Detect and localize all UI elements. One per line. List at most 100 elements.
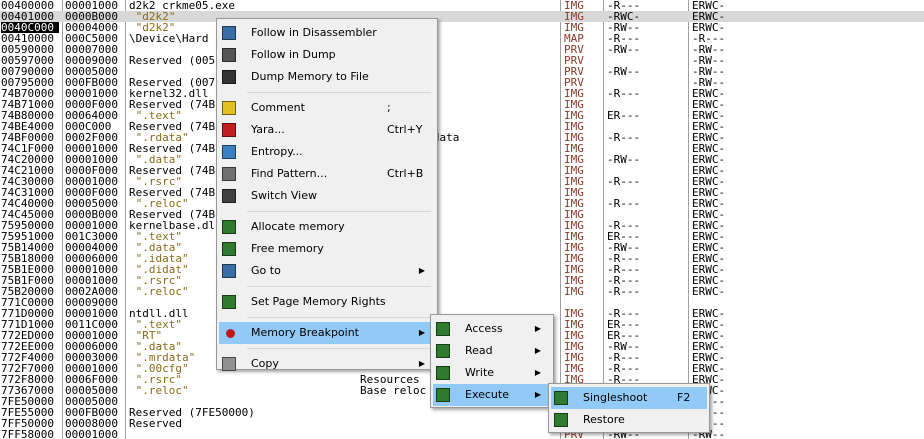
address-cell: 00590000: [1, 44, 54, 55]
type-cell: IMG: [564, 132, 584, 143]
type-cell: IMG: [564, 319, 584, 330]
size-cell: 00008000: [65, 418, 118, 429]
menu-item-label: Comment: [251, 101, 305, 114]
menu-item-find-pattern[interactable]: Find Pattern... Ctrl+B: [219, 163, 435, 185]
menu-item-follow-in-disassembler[interactable]: Follow in Disassembler: [219, 22, 435, 44]
table-row[interactable]: 75B200000002A000 ".reloc"tionsIMG-R---ER…: [0, 286, 924, 297]
table-row[interactable]: 74B8000000064000 ".text"codeIMGER---ERWC…: [0, 110, 924, 121]
menu-item-label: Go to: [251, 264, 281, 277]
menu-item-copy[interactable]: Copy ▶: [219, 353, 435, 375]
size-cell: 00001000: [65, 363, 118, 374]
size-cell: 000C5000: [65, 33, 118, 44]
table-row[interactable]: 75951000001C3000 ".text"codeIMGER---ERWC…: [0, 231, 924, 242]
initial-protection-cell: -R---: [692, 33, 726, 44]
table-row[interactable]: 00795000 000FB000 Reserved (007 PRV -RW--: [0, 77, 924, 88]
menu-item-read[interactable]: Read ▶: [433, 340, 551, 362]
table-row[interactable]: 7FF58000 00001000 PRV -RW-- -RW--: [0, 429, 924, 439]
menu-item-label: Entropy...: [251, 145, 303, 158]
initial-protection-cell: ERWC-: [692, 176, 726, 187]
menu-item-label: Restore: [583, 413, 625, 426]
menu-item-comment[interactable]: Comment;: [219, 97, 435, 119]
menu-item-memory-breakpoint[interactable]: Memory Breakpoint ▶: [219, 322, 435, 344]
table-row[interactable]: 74B70000 00001000 kernel32.dll IMG -R--- ERWC…: [0, 88, 924, 99]
goto-icon: [222, 264, 236, 278]
table-row[interactable]: 00400000 00001000 d2k2_crkme05.exe IMG -R---…: [0, 0, 924, 11]
menu-item-free-memory[interactable]: Free memory: [219, 238, 435, 260]
type-cell: IMG: [564, 187, 584, 198]
table-row[interactable]: 74C30000 00001000 ".rsrc" IMG -R--- ERWC-: [0, 176, 924, 187]
menu-separator: [247, 317, 431, 318]
table-row[interactable]: 00590000 00007000 PRV -RW-- -RW--: [0, 44, 924, 55]
size-cell: 00001000: [65, 264, 118, 275]
execute-submenu: Singleshoot F2 Restore: [548, 383, 710, 433]
menu-item-write[interactable]: Write ▶: [433, 362, 551, 384]
type-cell: IMG: [564, 110, 584, 121]
initial-protection-cell: ERWC-: [692, 209, 726, 220]
menu-item-execute[interactable]: Execute ▶: [433, 384, 551, 406]
table-row[interactable]: 771C0000 00009000: [0, 297, 924, 308]
menu-item-entropy[interactable]: Entropy...: [219, 141, 435, 163]
table-row[interactable]: 74C21000 0000F000 Reserved (74B IMG ERWC-: [0, 165, 924, 176]
table-row[interactable]: 7FF5000000008000ReservedPRV-R---: [0, 418, 924, 429]
type-cell: IMG: [564, 121, 584, 132]
initial-protection-cell: ERWC-: [692, 132, 726, 143]
table-row[interactable]: 74C1F000 00001000 Reserved (74B IMG ERWC-: [0, 143, 924, 154]
table-row[interactable]: 75B1800000006000 ".idata"esIMG-R---ERWC-: [0, 253, 924, 264]
table-row[interactable]: 75B1F000 00001000 ".rsrc" IMG -R--- ERWC-: [0, 275, 924, 286]
type-cell: IMG: [564, 231, 584, 242]
type-cell: PRV: [564, 55, 584, 66]
protection-cell: [607, 209, 667, 220]
address-cell: 7FE50000: [1, 396, 54, 407]
type-cell: IMG: [564, 176, 584, 187]
table-row[interactable]: 75B1E000 00001000 ".didat" IMG -R--- ERWC-: [0, 264, 924, 275]
table-row[interactable]: 75B1400000004000 ".data"dataIMG-RW--ERWC…: [0, 242, 924, 253]
table-row[interactable]: 74C45000 0000B000 Reserved (74B IMG ERWC-: [0, 209, 924, 220]
table-row[interactable]: 00790000 00005000 PRV -RW-- -RW--: [0, 66, 924, 77]
table-row[interactable]: 75950000 00001000 kernelbase.dl IMG -R--- ERW…: [0, 220, 924, 231]
table-row[interactable]: 74B71000 0000F000 Reserved (74B IMG ERWC-: [0, 99, 924, 110]
menu-item-dump-memory-to-file[interactable]: Dump Memory to File: [219, 66, 435, 88]
table-row[interactable]: 00401000 0000B000 "d2k2" IMG -RWC- ERWC-: [0, 11, 924, 22]
menu-item-access[interactable]: Access ▶: [433, 318, 551, 340]
menu-item-allocate-memory[interactable]: Allocate memory: [219, 216, 435, 238]
menu-item-set-page-memory-rights[interactable]: Set Page Memory Rights: [219, 291, 435, 313]
table-row[interactable]: 74C4000000005000 ".reloc"tionsIMG-R---ER…: [0, 198, 924, 209]
size-cell: 00001000: [65, 154, 118, 165]
menu-item-go-to[interactable]: Go to ▶: [219, 260, 435, 282]
table-row[interactable]: 74C2000000001000 ".data"dataIMG-RW--ERWC…: [0, 154, 924, 165]
table-row[interactable]: 74BE4000 000C000 Reserved (74B IMG ERWC-: [0, 121, 924, 132]
protection-cell: -RW--: [607, 242, 641, 253]
menu-item-switch-view[interactable]: Switch View: [219, 185, 435, 207]
table-row[interactable]: 00597000 00009000 Reserved (005 PRV -RW--: [0, 55, 924, 66]
switch-view-icon: [222, 189, 236, 203]
type-cell: IMG: [564, 0, 584, 11]
table-row[interactable]: 74BF00000002F000 ".rdata"nitialized data…: [0, 132, 924, 143]
size-cell: 00001000: [65, 275, 118, 286]
table-row[interactable]: 00410000 000C5000 \Device\Hard MAP -R--- -R--…: [0, 33, 924, 44]
menu-item-label: Find Pattern...: [251, 167, 328, 180]
protection-cell: -RW--: [607, 66, 641, 77]
size-cell: 0000B000: [65, 11, 118, 22]
initial-protection-cell: ERWC-: [692, 286, 726, 297]
menu-item-yara[interactable]: Yara... Ctrl+Y: [219, 119, 435, 141]
address-cell: 75B1F000: [1, 275, 54, 286]
protection-cell: -R---: [607, 352, 641, 363]
menu-item-restore[interactable]: Restore: [551, 409, 707, 431]
disassembler-icon: [222, 26, 236, 40]
size-cell: 0011C000: [65, 319, 118, 330]
size-cell: 00001000: [65, 429, 118, 439]
address-cell: 771D0000: [1, 308, 54, 319]
menu-item-follow-in-dump[interactable]: Follow in Dump: [219, 44, 435, 66]
table-row[interactable]: 7FE55000000FB000Reserved (7FE50000)PRV-R…: [0, 407, 924, 418]
address-cell: 74B71000: [1, 99, 54, 110]
protection-cell: -R---: [607, 220, 641, 231]
protection-cell: -R---: [607, 286, 641, 297]
menu-item-singleshoot[interactable]: Singleshoot F2: [551, 387, 707, 409]
type-cell: IMG: [564, 220, 584, 231]
initial-protection-cell: ERWC-: [692, 308, 726, 319]
protection-cell: [607, 187, 667, 198]
size-cell: 00005000: [65, 198, 118, 209]
entropy-icon: [222, 145, 236, 159]
table-row[interactable]: 74C31000 0000F000 Reserved (74B IMG ERWC-: [0, 187, 924, 198]
table-row[interactable]: 0040C000 00004000 "d2k2" IMG -RW-- ERWC-: [0, 22, 924, 33]
